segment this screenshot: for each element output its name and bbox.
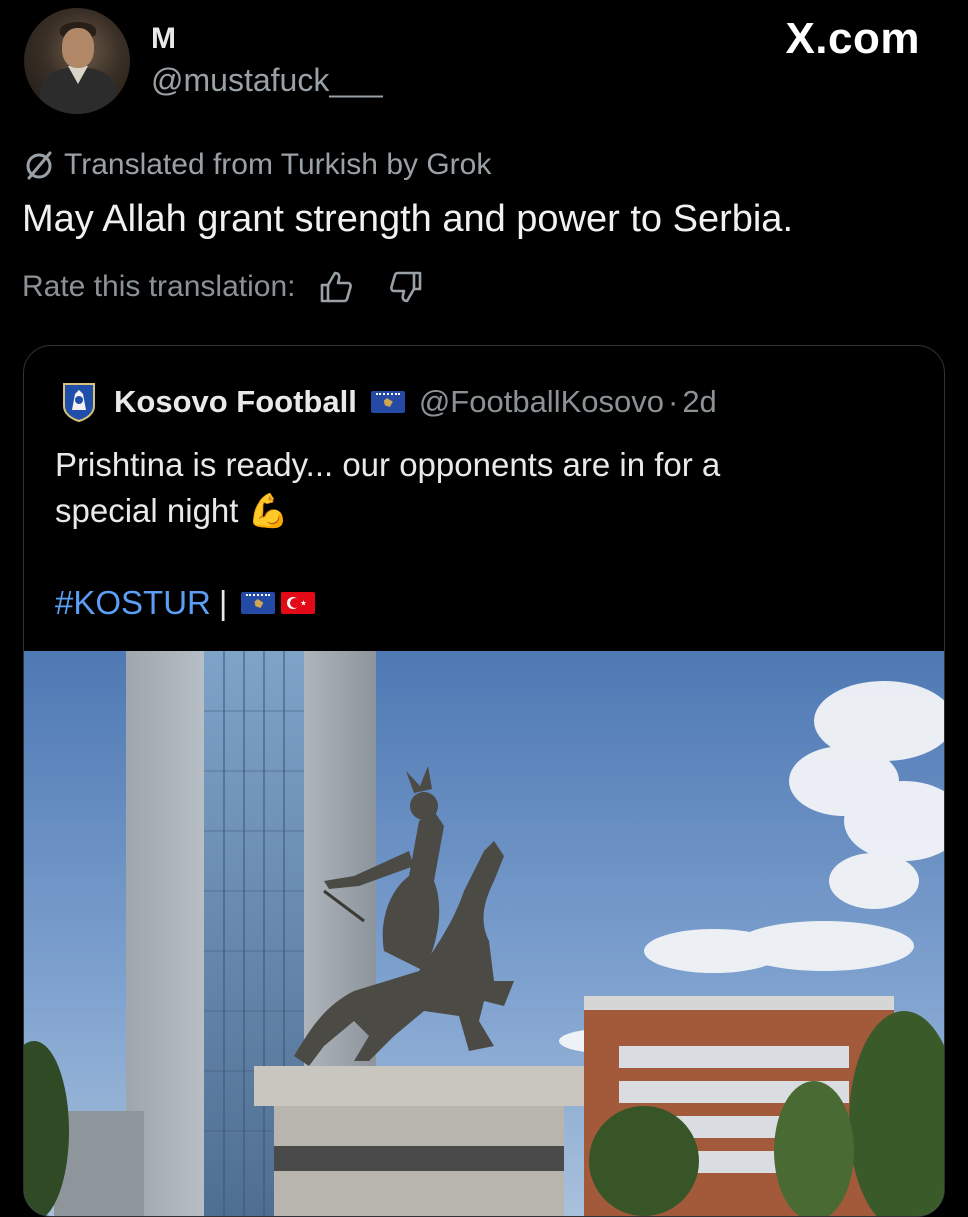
rate-translation: Rate this translation: <box>22 268 425 306</box>
quoted-tweet-card[interactable]: Kosovo Football @FootballKosovo · 2d Pri… <box>23 345 945 1217</box>
thumbs-up-icon[interactable] <box>317 268 355 306</box>
hashtag-separator: | <box>218 584 228 621</box>
kosovo-flag-icon <box>370 391 405 413</box>
rate-label: Rate this translation: <box>22 270 296 303</box>
quoted-tweet-text: Prishtina is ready... our opponents are … <box>55 442 895 534</box>
quoted-author-name[interactable]: Kosovo Football <box>114 384 357 420</box>
author-avatar[interactable] <box>24 8 130 114</box>
quoted-text-line-1: Prishtina is ready... our opponents are … <box>55 446 721 483</box>
flexed-biceps-icon: 💪 <box>247 492 289 529</box>
quoted-timestamp[interactable]: 2d <box>682 384 716 420</box>
kosovo-flag-icon <box>241 592 276 614</box>
tweet-text: May Allah grant strength and power to Se… <box>22 198 794 240</box>
author-handle[interactable]: @mustafuck___ <box>151 62 383 99</box>
turkey-flag-icon <box>281 592 316 614</box>
quoted-text-line-2: special night <box>55 492 239 529</box>
grok-slash-icon <box>26 151 52 180</box>
separator-dot: · <box>667 384 679 419</box>
translation-note: Translated from Turkish by Grok <box>22 148 491 182</box>
quoted-tweet-header: Kosovo Football @FootballKosovo · 2d <box>62 382 717 422</box>
translation-note-text: Translated from Turkish by Grok <box>64 148 492 181</box>
author-display-name[interactable]: M <box>151 22 176 56</box>
hashtag-row: #KOSTUR | <box>55 584 316 622</box>
hashtag-kostur[interactable]: #KOSTUR <box>55 584 211 622</box>
quoted-author-handle[interactable]: @FootballKosovo <box>419 384 664 420</box>
quoted-tweet-photo[interactable] <box>24 651 944 1216</box>
ffk-crest-icon[interactable] <box>62 382 96 422</box>
brand-watermark: X.com <box>785 14 920 63</box>
thumbs-down-icon[interactable] <box>387 268 425 306</box>
quoted-text-line-2-wrap: special night 💪 <box>55 488 895 534</box>
